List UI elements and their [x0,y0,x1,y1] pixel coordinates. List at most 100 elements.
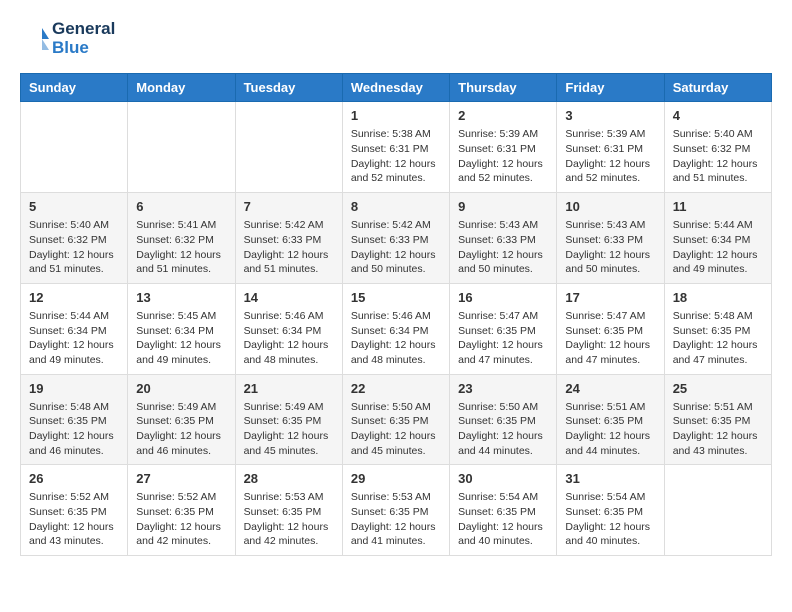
calendar-table: SundayMondayTuesdayWednesdayThursdayFrid… [20,73,772,556]
calendar-day-cell: 23 Sunrise: 5:50 AM Sunset: 6:35 PM Dayli… [450,374,557,465]
day-number: 18 [673,290,763,305]
calendar-day-cell: 30 Sunrise: 5:54 AM Sunset: 6:35 PM Dayli… [450,465,557,556]
day-number: 29 [351,471,441,486]
day-info: Sunrise: 5:44 AM Sunset: 6:34 PM Dayligh… [29,309,119,368]
day-of-week-header: Thursday [450,74,557,102]
day-info: Sunrise: 5:42 AM Sunset: 6:33 PM Dayligh… [244,218,334,277]
day-info: Sunrise: 5:49 AM Sunset: 6:35 PM Dayligh… [244,400,334,459]
day-info: Sunrise: 5:42 AM Sunset: 6:33 PM Dayligh… [351,218,441,277]
day-info: Sunrise: 5:46 AM Sunset: 6:34 PM Dayligh… [244,309,334,368]
calendar-day-cell: 18 Sunrise: 5:48 AM Sunset: 6:35 PM Dayli… [664,283,771,374]
calendar-day-cell [128,102,235,193]
day-number: 9 [458,199,548,214]
calendar-day-cell: 20 Sunrise: 5:49 AM Sunset: 6:35 PM Dayli… [128,374,235,465]
day-info: Sunrise: 5:53 AM Sunset: 6:35 PM Dayligh… [351,490,441,549]
day-info: Sunrise: 5:47 AM Sunset: 6:35 PM Dayligh… [458,309,548,368]
day-number: 26 [29,471,119,486]
day-info: Sunrise: 5:54 AM Sunset: 6:35 PM Dayligh… [565,490,655,549]
calendar-day-cell: 28Sunrise: 5:53 AM Sunset: 6:35 PM Dayli… [235,465,342,556]
day-info: Sunrise: 5:39 AM Sunset: 6:31 PM Dayligh… [458,127,548,186]
calendar-week-row: 1Sunrise: 5:38 AM Sunset: 6:31 PM Daylig… [21,102,772,193]
day-info: Sunrise: 5:45 AM Sunset: 6:34 PM Dayligh… [136,309,226,368]
day-info: Sunrise: 5:40 AM Sunset: 6:32 PM Dayligh… [673,127,763,186]
calendar-day-cell: 8Sunrise: 5:42 AM Sunset: 6:33 PM Daylig… [342,193,449,284]
calendar-day-cell: 29 Sunrise: 5:53 AM Sunset: 6:35 PM Dayli… [342,465,449,556]
day-number: 17 [565,290,655,305]
day-number: 16 [458,290,548,305]
calendar-day-cell: 2 Sunrise: 5:39 AM Sunset: 6:31 PM Daylig… [450,102,557,193]
day-number: 31 [565,471,655,486]
calendar-day-cell: 16 Sunrise: 5:47 AM Sunset: 6:35 PM Dayli… [450,283,557,374]
day-info: Sunrise: 5:50 AM Sunset: 6:35 PM Dayligh… [351,400,441,459]
calendar-day-cell [664,465,771,556]
calendar-day-cell: 11 Sunrise: 5:44 AM Sunset: 6:34 PM Dayli… [664,193,771,284]
calendar-day-cell: 19 Sunrise: 5:48 AM Sunset: 6:35 PM Dayli… [21,374,128,465]
calendar-day-cell: 13 Sunrise: 5:45 AM Sunset: 6:34 PM Dayli… [128,283,235,374]
calendar-day-cell: 17 Sunrise: 5:47 AM Sunset: 6:35 PM Dayli… [557,283,664,374]
day-number: 21 [244,381,334,396]
day-number: 6 [136,199,226,214]
day-of-week-header: Friday [557,74,664,102]
day-number: 23 [458,381,548,396]
day-number: 7 [244,199,334,214]
calendar-day-cell: 3 Sunrise: 5:39 AM Sunset: 6:31 PM Daylig… [557,102,664,193]
calendar-day-cell: 26 Sunrise: 5:52 AM Sunset: 6:35 PM Dayli… [21,465,128,556]
day-info: Sunrise: 5:48 AM Sunset: 6:35 PM Dayligh… [29,400,119,459]
calendar-day-cell: 1Sunrise: 5:38 AM Sunset: 6:31 PM Daylig… [342,102,449,193]
day-number: 28 [244,471,334,486]
day-of-week-header: Wednesday [342,74,449,102]
day-of-week-header: Tuesday [235,74,342,102]
day-info: Sunrise: 5:54 AM Sunset: 6:35 PM Dayligh… [458,490,548,549]
calendar-day-cell: 12Sunrise: 5:44 AM Sunset: 6:34 PM Dayli… [21,283,128,374]
day-of-week-header: Sunday [21,74,128,102]
day-number: 19 [29,381,119,396]
calendar-day-cell: 6 Sunrise: 5:41 AM Sunset: 6:32 PM Daylig… [128,193,235,284]
logo-blue-text: Blue [52,38,89,57]
calendar-day-cell: 4 Sunrise: 5:40 AM Sunset: 6:32 PM Daylig… [664,102,771,193]
day-info: Sunrise: 5:40 AM Sunset: 6:32 PM Dayligh… [29,218,119,277]
day-number: 3 [565,108,655,123]
day-info: Sunrise: 5:50 AM Sunset: 6:35 PM Dayligh… [458,400,548,459]
calendar-day-cell [21,102,128,193]
calendar-day-cell: 31 Sunrise: 5:54 AM Sunset: 6:35 PM Dayli… [557,465,664,556]
day-number: 13 [136,290,226,305]
day-info: Sunrise: 5:48 AM Sunset: 6:35 PM Dayligh… [673,309,763,368]
calendar-day-cell: 24Sunrise: 5:51 AM Sunset: 6:35 PM Dayli… [557,374,664,465]
calendar-week-row: 19 Sunrise: 5:48 AM Sunset: 6:35 PM Dayli… [21,374,772,465]
day-number: 20 [136,381,226,396]
day-info: Sunrise: 5:44 AM Sunset: 6:34 PM Dayligh… [673,218,763,277]
header: General Blue [20,20,772,57]
calendar-day-cell: 27 Sunrise: 5:52 AM Sunset: 6:35 PM Dayli… [128,465,235,556]
day-number: 14 [244,290,334,305]
calendar-day-cell: 10 Sunrise: 5:43 AM Sunset: 6:33 PM Dayli… [557,193,664,284]
day-number: 15 [351,290,441,305]
day-info: Sunrise: 5:47 AM Sunset: 6:35 PM Dayligh… [565,309,655,368]
day-number: 10 [565,199,655,214]
day-of-week-header: Monday [128,74,235,102]
day-info: Sunrise: 5:43 AM Sunset: 6:33 PM Dayligh… [458,218,548,277]
day-info: Sunrise: 5:52 AM Sunset: 6:35 PM Dayligh… [136,490,226,549]
day-number: 11 [673,199,763,214]
day-number: 30 [458,471,548,486]
day-info: Sunrise: 5:49 AM Sunset: 6:35 PM Dayligh… [136,400,226,459]
logo-general-text: General [52,19,115,38]
day-info: Sunrise: 5:39 AM Sunset: 6:31 PM Dayligh… [565,127,655,186]
day-info: Sunrise: 5:52 AM Sunset: 6:35 PM Dayligh… [29,490,119,549]
calendar-day-cell: 14 Sunrise: 5:46 AM Sunset: 6:34 PM Dayli… [235,283,342,374]
calendar-day-cell: 7 Sunrise: 5:42 AM Sunset: 6:33 PM Daylig… [235,193,342,284]
day-number: 24 [565,381,655,396]
day-info: Sunrise: 5:51 AM Sunset: 6:35 PM Dayligh… [673,400,763,459]
day-number: 2 [458,108,548,123]
days-of-week-row: SundayMondayTuesdayWednesdayThursdayFrid… [21,74,772,102]
day-number: 4 [673,108,763,123]
calendar-week-row: 26 Sunrise: 5:52 AM Sunset: 6:35 PM Dayli… [21,465,772,556]
calendar-day-cell [235,102,342,193]
day-number: 27 [136,471,226,486]
calendar-day-cell: 15Sunrise: 5:46 AM Sunset: 6:34 PM Dayli… [342,283,449,374]
day-info: Sunrise: 5:38 AM Sunset: 6:31 PM Dayligh… [351,127,441,186]
day-info: Sunrise: 5:41 AM Sunset: 6:32 PM Dayligh… [136,218,226,277]
day-number: 5 [29,199,119,214]
day-info: Sunrise: 5:43 AM Sunset: 6:33 PM Dayligh… [565,218,655,277]
day-of-week-header: Saturday [664,74,771,102]
calendar-day-cell: 9 Sunrise: 5:43 AM Sunset: 6:33 PM Daylig… [450,193,557,284]
